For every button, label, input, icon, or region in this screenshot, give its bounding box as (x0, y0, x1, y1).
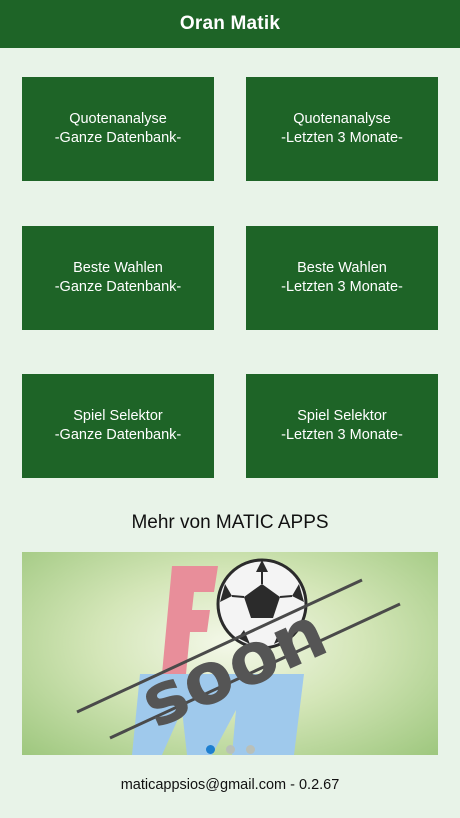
banner-page-indicator (0, 745, 460, 757)
tile-title: Beste Wahlen (73, 260, 163, 276)
tile-quote-analysis-full-db[interactable]: Quotenanalyse -Ganze Datenbank- (22, 77, 214, 181)
app-promo-banner[interactable]: soon (22, 552, 438, 755)
tile-game-selector-full-db[interactable]: Spiel Selektor -Ganze Datenbank- (22, 374, 214, 478)
tile-best-picks-full-db[interactable]: Beste Wahlen -Ganze Datenbank- (22, 226, 214, 330)
tile-subtitle: -Letzten 3 Monate- (281, 279, 403, 295)
tile-title: Beste Wahlen (297, 260, 387, 276)
tile-title: Quotenanalyse (69, 111, 167, 127)
app-title: Oran Matik (179, 13, 281, 34)
navigation-bar: Oran Matik (0, 0, 460, 48)
tile-title: Quotenanalyse (293, 111, 391, 127)
tile-title: Spiel Selektor (73, 408, 163, 424)
tile-best-picks-last-3-months[interactable]: Beste Wahlen -Letzten 3 Monate- (246, 226, 438, 330)
tile-subtitle: -Ganze Datenbank- (54, 130, 182, 146)
page-dot[interactable] (245, 745, 255, 754)
tile-game-selector-last-3-months[interactable]: Spiel Selektor -Letzten 3 Monate- (246, 374, 438, 478)
tile-subtitle: -Letzten 3 Monate- (281, 130, 403, 146)
footer-contact-version: maticappsios@gmail.com - 0.2.67 (120, 777, 340, 793)
tile-subtitle: -Ganze Datenbank- (54, 427, 182, 443)
tile-subtitle: -Letzten 3 Monate- (281, 427, 403, 443)
page-dot[interactable] (205, 745, 215, 754)
coming-soon-app-logo: soon (76, 558, 401, 755)
tile-title: Spiel Selektor (297, 408, 387, 424)
tile-subtitle: -Ganze Datenbank- (54, 279, 182, 295)
page-dot[interactable] (225, 745, 235, 754)
more-apps-heading: Mehr von MATIC APPS (131, 512, 329, 533)
tile-quote-analysis-last-3-months[interactable]: Quotenanalyse -Letzten 3 Monate- (246, 77, 438, 181)
